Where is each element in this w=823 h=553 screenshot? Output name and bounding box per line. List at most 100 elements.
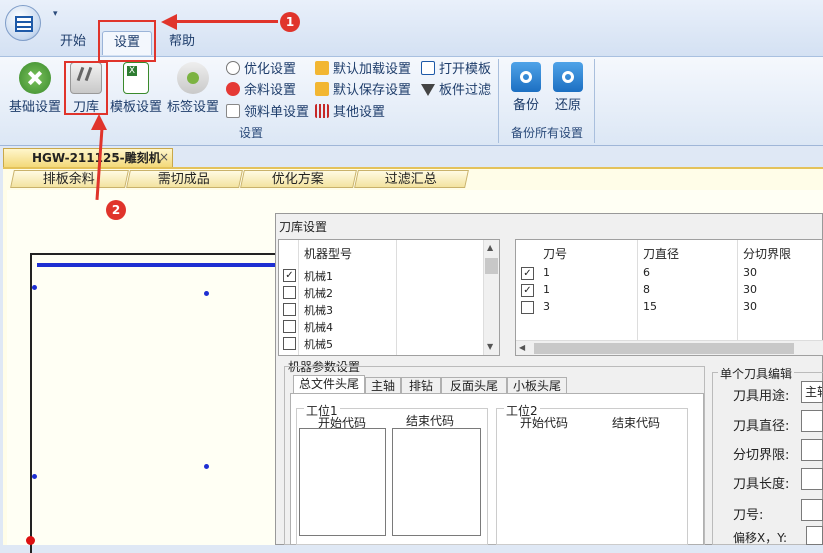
subtab-label: 需切成品 [158,172,211,187]
restore-button[interactable]: 还原 [550,62,586,113]
machine-row[interactable]: 机械4 [279,318,483,335]
open-template-label: 打开模板 [439,62,492,77]
tool-no-header: 刀号 [543,247,568,261]
tool-limit-cell: 30 [743,266,757,279]
tool-limit-cell: 30 [743,300,757,313]
tab-label: 主轴 [370,379,395,393]
station1-end-label: 结束代码 [406,414,455,428]
panel-filter-label: 板件过滤 [439,83,492,98]
machine-row[interactable]: 机械3 [279,301,483,318]
remnant-settings-button[interactable]: 余料设置 [226,80,296,101]
other-settings-button[interactable]: 其他设置 [315,102,385,123]
backup-gear-icon [511,62,541,92]
subtab-filter-summary[interactable]: 过滤汇总 [354,170,469,188]
backup-label: 备份 [512,98,539,113]
annotation-arrow-1 [175,20,278,23]
machine-name: 机械5 [304,338,333,351]
machine-checkbox[interactable] [283,320,296,333]
gear-icon [177,62,209,94]
station1-start-code-input[interactable] [299,428,386,536]
default-load-settings-button[interactable]: 默认加载设置 [315,59,411,80]
machine-name: 机械2 [304,287,333,300]
tool-no-input[interactable] [801,499,823,521]
tool-row[interactable]: ✓ 1 8 30 [516,282,823,299]
tab-start[interactable]: 开始 [48,31,98,55]
filter-icon [421,84,435,96]
default-save-settings-button[interactable]: 默认保存设置 [315,80,411,101]
close-tab-icon[interactable]: × [159,150,169,164]
backup-button[interactable]: 备份 [508,62,544,113]
app-icon [15,16,33,32]
machine-checkbox[interactable] [283,337,296,350]
tab-file-header-footer[interactable]: 总文件头尾 [293,375,365,393]
offset-input[interactable] [806,526,823,545]
tool-no-cell: 3 [543,300,550,313]
default-load-settings-label: 默认加载设置 [333,62,412,77]
tool-diameter-cell: 6 [643,266,650,279]
scroll-thumb[interactable] [534,343,794,354]
tool-diameter-input[interactable] [801,410,823,432]
ribbon: 基础设置 刀库 X 模板设置 标签设置 优化设置 余料设置 领料单设置 默认加载… [0,56,823,146]
optimize-settings-button[interactable]: 优化设置 [226,59,296,80]
tools-icon [19,62,51,94]
clock-icon [226,61,240,75]
tool-row[interactable]: ✓ 1 6 30 [516,265,823,282]
tab-help[interactable]: 帮助 [157,31,207,55]
cut-limit-label: 分切界限: [733,448,790,463]
label-settings-button[interactable]: 标签设置 [165,62,221,115]
app-menu-button[interactable] [5,5,41,41]
restore-gear-icon [553,62,583,92]
machine-row[interactable]: 机械2 [279,284,483,301]
tool-no-cell: 1 [543,283,550,296]
subtab-layout-remnant[interactable]: 排板余料 [10,170,129,188]
tool-use-select[interactable]: 主轴 [801,381,823,403]
scroll-thumb[interactable] [485,258,498,274]
subtab-plans[interactable]: 优化方案 [240,170,357,188]
tool-diameter-cell: 8 [643,283,650,296]
machine-checkbox[interactable] [283,286,296,299]
tool-row[interactable]: 3 15 30 [516,299,823,316]
station1-end-code-input[interactable] [392,428,481,536]
default-save-settings-label: 默认保存设置 [333,83,412,98]
cut-limit-header: 分切界限 [743,247,792,261]
optimize-settings-label: 优化设置 [244,62,297,77]
tool-checkbox[interactable] [521,301,534,314]
machine-row[interactable]: 机械5 [279,335,483,352]
quick-access-dropdown-icon[interactable]: ▾ [53,9,58,19]
group-separator [594,59,595,143]
tool-length-input[interactable] [801,468,823,490]
open-template-button[interactable]: 打开模板 [421,59,491,80]
tab-label: 小板头尾 [512,379,561,393]
tool-checkbox[interactable]: ✓ [521,267,534,280]
remnant-icon [226,82,240,96]
other-settings-label: 其他设置 [333,105,386,120]
machine-row[interactable]: ✓ 机械1 [279,267,483,284]
template-settings-button[interactable]: X 模板设置 [108,62,164,115]
subtab-products[interactable]: 需切成品 [126,170,243,188]
board-point [32,474,37,479]
machine-header: 机器型号 [304,247,353,261]
document-tab[interactable]: HGW-211125-雕刻机 [3,148,173,167]
cut-limit-input[interactable] [801,439,823,461]
machine-checkbox[interactable] [283,303,296,316]
restore-label: 还原 [554,98,581,113]
document-icon [226,104,240,118]
tab-label: 排钻 [408,379,433,393]
offset-label: 偏移X，Y: [733,531,788,545]
basic-settings-label: 基础设置 [8,100,61,115]
basic-settings-button[interactable]: 基础设置 [6,62,64,115]
folder-open-icon [315,61,329,75]
material-sheet-settings-button[interactable]: 领料单设置 [226,102,309,123]
station2-end-label: 结束代码 [612,416,661,430]
tool-list-hscrollbar[interactable]: ◀ [516,340,823,355]
machine-checkbox[interactable]: ✓ [283,269,296,282]
board-point [204,291,209,296]
tool-diameter-header: 刀直径 [643,247,680,261]
group-settings-label: 设置 [238,126,263,140]
panel-filter-button[interactable]: 板件过滤 [421,80,491,101]
material-sheet-settings-label: 领料单设置 [244,105,310,120]
label-settings-label: 标签设置 [166,100,219,115]
tab-label: 反面头尾 [449,379,498,393]
tool-checkbox[interactable]: ✓ [521,284,534,297]
machine-list-scrollbar[interactable]: ▲ ▼ [483,240,499,355]
